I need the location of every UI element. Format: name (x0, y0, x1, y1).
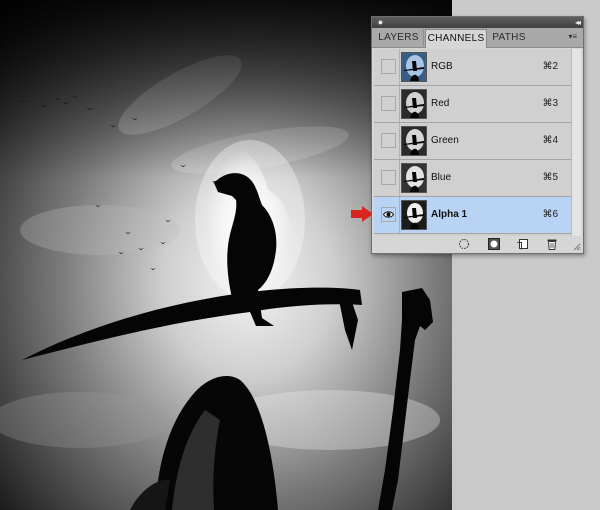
channel-name: Red (431, 98, 450, 109)
channel-shortcut: ⌘6 (542, 209, 558, 220)
visibility-toggle[interactable] (381, 133, 396, 148)
tab-paths[interactable]: PATHS (488, 29, 530, 46)
panel-menu-icon[interactable]: ▾≡ (568, 30, 577, 44)
resize-grip-icon[interactable] (573, 243, 581, 251)
channel-name: Green (431, 135, 459, 146)
panel-footer (372, 236, 583, 253)
channel-row-rgb[interactable]: RGB ⌘2 (374, 49, 572, 86)
load-selection-icon[interactable] (458, 238, 470, 250)
channel-shortcut: ⌘3 (542, 98, 558, 109)
channel-thumbnail (401, 126, 427, 156)
eye-icon (383, 211, 394, 218)
channel-shortcut: ⌘5 (542, 172, 558, 183)
panel-titlebar[interactable]: ● ◂◂ (372, 17, 583, 28)
tab-layers[interactable]: LAYERS (374, 29, 424, 46)
channel-shortcut: ⌘4 (542, 135, 558, 146)
channel-thumbnail (401, 89, 427, 119)
panel-tabbar: LAYERS CHANNELS PATHS ▾≡ (372, 28, 583, 48)
visibility-toggle[interactable] (381, 207, 396, 222)
visibility-toggle[interactable] (381, 96, 396, 111)
channel-name: RGB (431, 61, 453, 72)
channel-thumbnail (401, 52, 427, 82)
channel-row-red[interactable]: Red ⌘3 (374, 86, 572, 123)
channel-list: RGB ⌘2 Red ⌘3 Green ⌘4 Blue ⌘5 Alpha 1 ⌘… (374, 49, 572, 236)
red-arrow-indicator (351, 206, 373, 222)
row-divider (399, 160, 400, 196)
channel-row-green[interactable]: Green ⌘4 (374, 123, 572, 160)
collapse-icon[interactable]: ◂◂ (575, 17, 581, 28)
channel-name: Alpha 1 (431, 209, 468, 220)
delete-channel-icon[interactable] (546, 238, 558, 250)
row-divider (399, 123, 400, 159)
visibility-toggle[interactable] (381, 170, 396, 185)
row-divider (399, 86, 400, 122)
channel-name: Blue (431, 172, 452, 183)
tab-channels[interactable]: CHANNELS (425, 29, 487, 48)
channel-thumbnail (401, 200, 427, 230)
close-icon[interactable]: ● (376, 18, 385, 27)
channels-panel: ● ◂◂ LAYERS CHANNELS PATHS ▾≡ RGB ⌘2 Red… (371, 16, 584, 254)
row-divider (399, 49, 400, 85)
save-selection-icon[interactable] (488, 238, 500, 250)
channel-thumbnail (401, 163, 427, 193)
channel-shortcut: ⌘2 (542, 61, 558, 72)
new-channel-icon[interactable] (517, 238, 529, 250)
channel-row-blue[interactable]: Blue ⌘5 (374, 160, 572, 197)
channel-list-scrollbar[interactable] (571, 49, 581, 236)
row-divider (399, 197, 400, 233)
visibility-toggle[interactable] (381, 59, 396, 74)
channel-row-alpha-1[interactable]: Alpha 1 ⌘6 (374, 197, 572, 234)
